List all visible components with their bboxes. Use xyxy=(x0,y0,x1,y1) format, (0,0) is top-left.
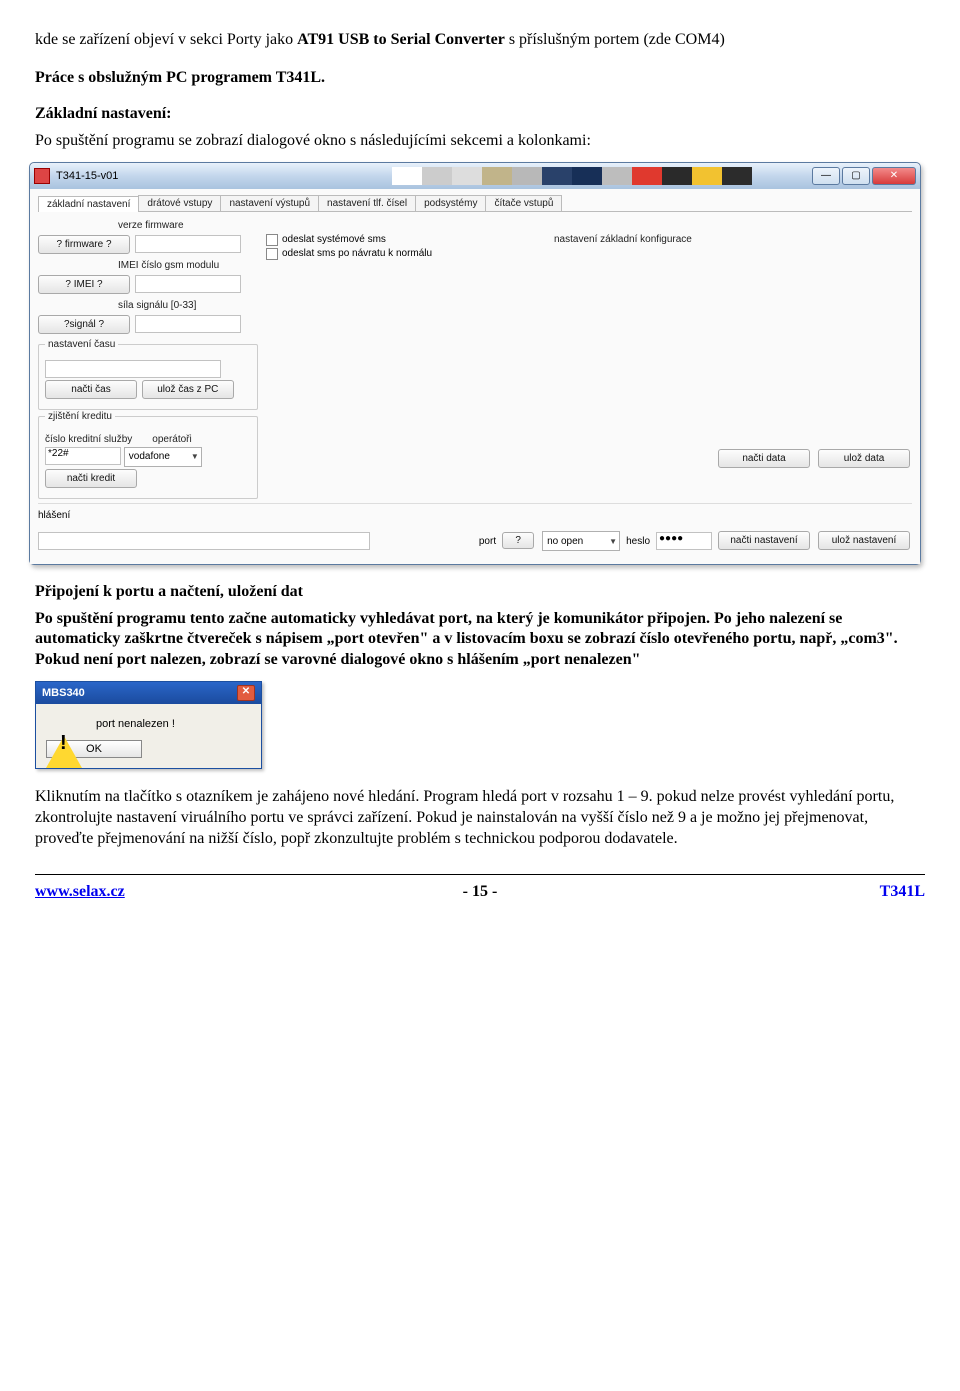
heading-basic-settings: Základní nastavení: xyxy=(35,105,925,123)
tab-0[interactable]: základní nastavení xyxy=(38,196,139,212)
intro-bold: AT91 USB to Serial Converter xyxy=(297,31,505,48)
close-button[interactable]: ✕ xyxy=(872,167,916,185)
time-group: nastavení času načti čas ulož čas z PC xyxy=(38,344,258,410)
checkbox-box xyxy=(266,248,278,260)
password-input[interactable]: ●●●● xyxy=(656,532,712,550)
tab-5[interactable]: čítače vstupů xyxy=(485,195,562,211)
port-question-button[interactable]: ? xyxy=(502,532,534,549)
tab-4[interactable]: podsystémy xyxy=(415,195,486,211)
label-port: port xyxy=(479,536,496,547)
signal-button[interactable]: ?signál ? xyxy=(38,315,130,334)
color-swatch xyxy=(512,167,542,185)
read-time-button[interactable]: načti čas xyxy=(45,380,137,399)
color-swatch xyxy=(392,167,422,185)
minimize-button[interactable]: — xyxy=(812,167,840,185)
color-swatch xyxy=(572,167,602,185)
paragraph-after-start: Po spuštění programu se zobrazí dialogov… xyxy=(35,131,925,152)
footer-product: T341L xyxy=(880,883,925,901)
checkbox-label-sys-sms: odeslat systémové sms xyxy=(282,234,386,245)
color-swatch xyxy=(722,167,752,185)
color-swatch xyxy=(482,167,512,185)
dialog-message: port nenalezen ! xyxy=(96,718,175,730)
hlaseni-input[interactable] xyxy=(38,532,370,550)
paragraph-retry-search: Kliknutím na tlačítko s otazníkem je zah… xyxy=(35,787,925,849)
dialog-titlebar: MBS340 ✕ xyxy=(36,682,261,704)
color-swatch xyxy=(452,167,482,185)
firmware-value xyxy=(135,235,241,253)
checkbox-label-return-sms: odeslat sms po návratu k normálu xyxy=(282,248,432,259)
color-swatches xyxy=(392,167,752,185)
label-signal: síla signálu [0-33] xyxy=(118,300,258,311)
intro-post: s příslušným portem (zde COM4) xyxy=(505,31,725,48)
intro-pre: kde se zařízení objeví v sekci Porty jak… xyxy=(35,31,297,48)
checkbox-box xyxy=(266,234,278,246)
maximize-button[interactable]: ▢ xyxy=(842,167,870,185)
paragraph-port-search: Po spuštění programu tento začne automat… xyxy=(35,609,925,671)
read-credit-button[interactable]: načti kredit xyxy=(45,469,137,488)
color-swatch xyxy=(542,167,572,185)
checkbox-return-sms[interactable]: odeslat sms po návratu k normálu xyxy=(266,248,546,260)
footer-page: - 15 - xyxy=(463,883,498,901)
label-credit-number: číslo kreditní služby xyxy=(45,434,132,445)
tabs-row: základní nastavenídrátové vstupynastaven… xyxy=(38,195,912,212)
save-data-button[interactable]: ulož data xyxy=(818,449,910,468)
footer-divider xyxy=(35,874,925,875)
imei-button[interactable]: ? IMEI ? xyxy=(38,275,130,294)
credit-number-input[interactable]: *22# xyxy=(45,447,121,465)
app-title: T341-15-v01 xyxy=(56,170,118,182)
time-value[interactable] xyxy=(45,360,221,378)
color-swatch xyxy=(632,167,662,185)
label-imei: IMEI číslo gsm modulu xyxy=(118,260,258,271)
port-combo[interactable]: no open ▼ xyxy=(542,531,620,551)
time-group-legend: nastavení času xyxy=(45,339,118,350)
read-settings-button[interactable]: načti nastavení xyxy=(718,531,810,550)
heading-program: Práce s obslužným PC programem T341L. xyxy=(35,69,925,87)
chevron-down-icon: ▼ xyxy=(191,452,199,461)
color-swatch xyxy=(602,167,632,185)
checkbox-system-sms[interactable]: odeslat systémové sms xyxy=(266,234,546,246)
port-not-found-dialog: MBS340 ✕ ! port nenalezen ! OK xyxy=(35,681,262,769)
tab-1[interactable]: drátové vstupy xyxy=(138,195,221,211)
tab-2[interactable]: nastavení výstupů xyxy=(220,195,319,211)
label-hlaseni: hlášení xyxy=(38,510,70,521)
label-operators: operátoři xyxy=(152,434,191,445)
app-icon xyxy=(34,168,50,184)
operator-value: vodafone xyxy=(129,451,170,462)
label-heslo: heslo xyxy=(626,536,650,547)
app-titlebar: T341-15-v01 — ▢ ✕ xyxy=(30,163,920,189)
firmware-button[interactable]: ? firmware ? xyxy=(38,235,130,254)
credit-group: zjištění kreditu číslo kreditní služby o… xyxy=(38,416,258,499)
app-window: T341-15-v01 — ▢ ✕ základní nastavenídrát… xyxy=(29,162,921,565)
color-swatch xyxy=(662,167,692,185)
save-time-button[interactable]: ulož čas z PC xyxy=(142,380,234,399)
signal-value xyxy=(135,315,241,333)
color-swatch xyxy=(692,167,722,185)
read-data-button[interactable]: načti data xyxy=(718,449,810,468)
port-value: no open xyxy=(547,536,583,547)
label-firmware: verze firmware xyxy=(118,220,258,231)
dialog-title: MBS340 xyxy=(42,687,85,699)
chevron-down-icon: ▼ xyxy=(609,537,617,546)
close-icon[interactable]: ✕ xyxy=(237,685,255,701)
tab-3[interactable]: nastavení tlf. čísel xyxy=(318,195,416,211)
heading-port-connect: Připojení k portu a načtení, uložení dat xyxy=(35,583,925,601)
imei-value xyxy=(135,275,241,293)
intro-paragraph: kde se zařízení objeví v sekci Porty jak… xyxy=(35,30,925,51)
operator-combo[interactable]: vodafone ▼ xyxy=(124,447,202,467)
color-swatch xyxy=(422,167,452,185)
footer-url[interactable]: www.selax.cz xyxy=(35,883,125,900)
save-settings-button[interactable]: ulož nastavení xyxy=(818,531,910,550)
label-basic-config: nastavení základní konfigurace xyxy=(554,234,912,245)
credit-group-legend: zjištění kreditu xyxy=(45,411,115,422)
